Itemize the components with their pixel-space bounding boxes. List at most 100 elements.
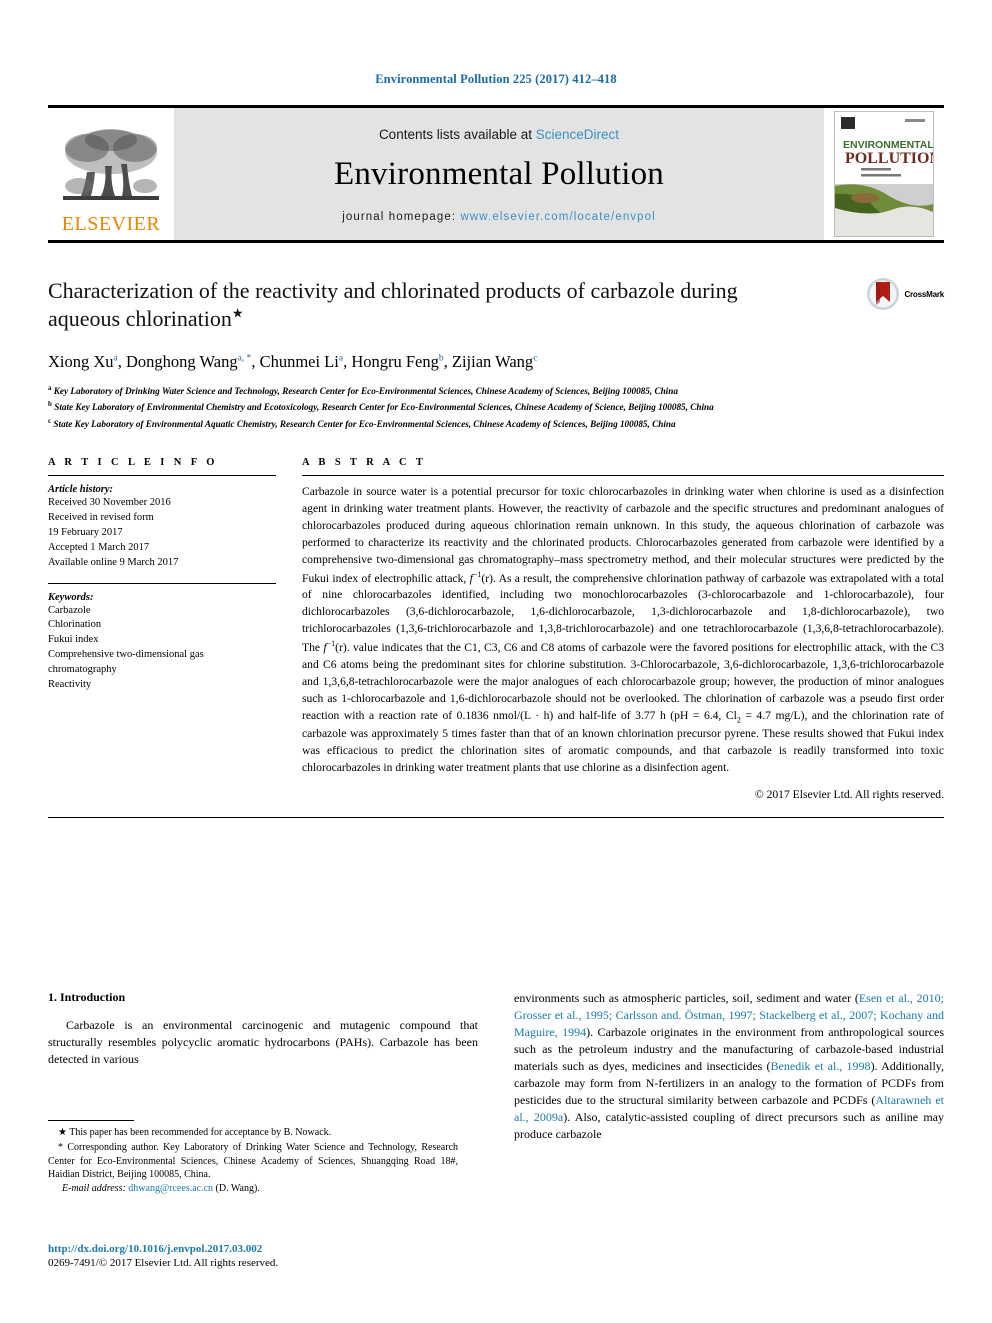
masthead-bottom-rule xyxy=(48,240,944,243)
fukui-arg-2: (r). xyxy=(335,640,350,654)
history-item: Available online 9 March 2017 xyxy=(48,556,179,568)
author-affiliation-mark: a, * xyxy=(237,353,252,364)
footnote-email-line: E-mail address: dhwang@rcees.ac.cn (D. W… xyxy=(48,1183,458,1194)
title-footnote-mark: ★ xyxy=(231,305,244,321)
contents-prefix: Contents lists available at xyxy=(378,127,536,142)
article-info-rule xyxy=(48,474,276,476)
author-item[interactable]: Zijian Wangc xyxy=(452,352,538,371)
article-info-column: A R T I C L E I N F O Article history: R… xyxy=(48,457,276,801)
author-item[interactable]: Donghong Wanga, * xyxy=(126,352,251,371)
abstract-text: Carbazole in source water is a potential… xyxy=(302,484,944,776)
email-link[interactable]: dhwang@rcees.ac.cn xyxy=(128,1183,213,1194)
history-item: Received 30 November 2016 xyxy=(48,496,171,508)
article-history-heading: Article history: xyxy=(48,483,114,495)
affiliation-mark: c xyxy=(48,416,52,425)
email-suffix: (D. Wang). xyxy=(215,1183,260,1195)
affiliation-text: State Key Laboratory of Environmental Aq… xyxy=(53,418,676,429)
footnote-rule xyxy=(48,1120,134,1121)
elsevier-wordmark: ELSEVIER xyxy=(61,213,161,235)
contents-available-line: Contents lists available at ScienceDirec… xyxy=(379,127,619,142)
history-item: Received in revised form xyxy=(48,511,154,523)
section-heading-introduction: 1. Introduction xyxy=(48,990,126,1004)
paper-title-text: Characterization of the reactivity and c… xyxy=(48,278,738,332)
elsevier-logo[interactable]: ELSEVIER xyxy=(48,108,174,240)
citation-link[interactable]: Benedik et al., 1998 xyxy=(771,1059,871,1073)
author-affiliation-mark: b xyxy=(438,353,444,364)
footnote-block: ★ This paper has been recommended for ac… xyxy=(48,1120,458,1204)
abstract-heading: A B S T R A C T xyxy=(302,456,427,468)
keyword-item: Carbazole xyxy=(48,604,91,616)
footnote-star: ★ This paper has been recommended for ac… xyxy=(48,1126,458,1140)
abstract-rule xyxy=(302,474,944,476)
doi-block: http://dx.doi.org/10.1016/j.envpol.2017.… xyxy=(48,1243,278,1269)
sciencedirect-link[interactable]: ScienceDirect xyxy=(536,127,619,142)
affiliation-text: Key Laboratory of Drinking Water Science… xyxy=(53,385,678,396)
abstract-bottom-rule xyxy=(48,817,944,819)
intro-text-a: environments such as atmospheric particl… xyxy=(514,991,859,1005)
doi-link[interactable]: http://dx.doi.org/10.1016/j.envpol.2017.… xyxy=(48,1243,278,1255)
affiliation-item: b State Key Laboratory of Environmental … xyxy=(48,399,944,414)
page-title: Characterization of the reactivity and c… xyxy=(48,277,748,333)
keyword-item: Fukui index xyxy=(48,634,99,646)
keyword-item: Comprehensive two-dimensional gas xyxy=(48,649,204,661)
article-info-heading: A R T I C L E I N F O xyxy=(48,456,218,468)
footnote-star-text: This paper has been recommended for acce… xyxy=(69,1127,332,1138)
journal-masthead: ELSEVIER Contents lists available at Sci… xyxy=(48,108,944,240)
crossmark-label: CrossMark xyxy=(904,289,944,299)
journal-cover-thumbnail[interactable]: ENVIRONMENTAL POLLUTION xyxy=(824,108,944,240)
keyword-item: chromatography xyxy=(48,664,117,676)
affiliation-list: a Key Laboratory of Drinking Water Scien… xyxy=(48,383,944,431)
fukui-exponent-2: −1 xyxy=(326,639,336,649)
info-abstract-section: A R T I C L E I N F O Article history: R… xyxy=(48,457,944,801)
author-affiliation-mark: a xyxy=(113,353,118,364)
author-name: Donghong Wang xyxy=(126,352,238,372)
email-label: E-mail address: xyxy=(62,1183,126,1195)
body-column-right: environments such as atmospheric particl… xyxy=(514,990,944,1143)
introduction-paragraph-right: environments such as atmospheric particl… xyxy=(514,990,944,1143)
history-item: Accepted 1 March 2017 xyxy=(48,541,150,553)
homepage-url-link[interactable]: www.elsevier.com/locate/envpol xyxy=(460,211,655,223)
homepage-prefix: journal homepage: xyxy=(342,211,461,223)
masthead-banner: Contents lists available at ScienceDirec… xyxy=(174,108,824,240)
keywords-group: Keywords: Carbazole Chlorination Fukui i… xyxy=(48,592,276,693)
svg-text:POLLUTION: POLLUTION xyxy=(845,150,933,167)
journal-article-page: Environmental Pollution 225 (2017) 412–4… xyxy=(0,0,992,1323)
article-title-block: CrossMark Characterization of the reacti… xyxy=(48,277,944,431)
footnote-corr-text: Corresponding author. Key Laboratory of … xyxy=(48,1141,459,1181)
author-name: Zijian Wang xyxy=(451,352,534,372)
affiliation-mark: b xyxy=(48,400,52,409)
keywords-rule xyxy=(48,582,276,584)
intro-text-d: ). Also, catalytic-assisted coupling of … xyxy=(514,1110,944,1142)
keywords-heading: Keywords: xyxy=(48,591,94,603)
journal-homepage-line: journal homepage: www.elsevier.com/locat… xyxy=(342,211,656,223)
journal-cover-image: ENVIRONMENTAL POLLUTION xyxy=(834,111,934,237)
running-head: Environmental Pollution 225 (2017) 412–4… xyxy=(375,72,617,86)
author-item[interactable]: Chunmei Lia xyxy=(260,352,344,371)
keyword-item: Chlorination xyxy=(48,619,102,631)
affiliation-text: State Key Laboratory of Environmental Ch… xyxy=(54,402,714,413)
journal-title: Environmental Pollution xyxy=(334,156,664,192)
history-item: 19 February 2017 xyxy=(48,526,123,538)
affiliation-item: c State Key Laboratory of Environmental … xyxy=(48,416,944,431)
author-list: Xiong Xua, Donghong Wanga, *, Chunmei Li… xyxy=(48,352,538,372)
abstract-part-1: Carbazole in source water is a potential… xyxy=(302,484,944,585)
crossmark-badge[interactable]: CrossMark xyxy=(866,277,944,311)
author-item[interactable]: Hongru Fengb xyxy=(351,352,443,371)
article-history-group: Article history: Received 30 November 20… xyxy=(48,484,276,571)
footnote-corr-mark: * xyxy=(58,1141,63,1153)
author-name: Chunmei Li xyxy=(259,352,339,372)
elsevier-tree-icon xyxy=(63,129,159,200)
author-name: Hongru Feng xyxy=(351,352,439,372)
author-name: Xiong Xu xyxy=(48,352,114,372)
keyword-item: Reactivity xyxy=(48,679,92,691)
author-affiliation-mark: a xyxy=(338,353,344,364)
fukui-arg: (r). xyxy=(481,571,496,585)
crossmark-icon xyxy=(867,278,900,310)
footnote-star-mark: ★ xyxy=(58,1127,67,1138)
abstract-column: A B S T R A C T Carbazole in source wate… xyxy=(302,457,944,801)
affiliation-mark: a xyxy=(48,383,52,392)
author-item[interactable]: Xiong Xua xyxy=(48,352,118,371)
issn-copyright-line: 0269-7491/© 2017 Elsevier Ltd. All right… xyxy=(48,1257,279,1269)
author-affiliation-mark: c xyxy=(533,353,538,364)
affiliation-item: a Key Laboratory of Drinking Water Scien… xyxy=(48,383,944,398)
